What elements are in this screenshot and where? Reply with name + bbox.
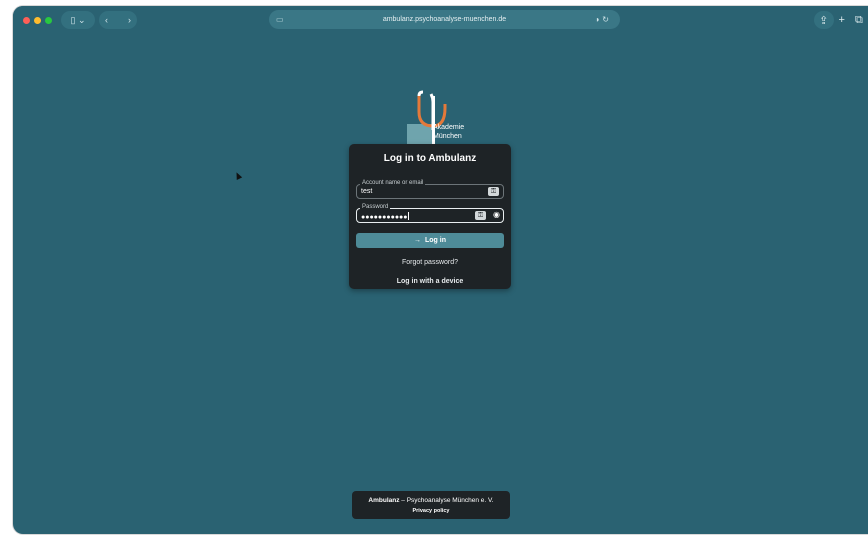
reload-icon[interactable]: ◑↻ (594, 15, 612, 24)
logo-line-1: Akademie (433, 124, 465, 131)
forward-button[interactable]: › (123, 15, 136, 25)
share-icon: ⇪ (819, 14, 829, 27)
footer-text: Ambulanz – Psychoanalyse München e. V. (352, 497, 510, 504)
new-tab-button[interactable]: + (838, 14, 844, 26)
sidebar-toggle-button[interactable]: ▯ ⌄ (61, 11, 95, 29)
password-field-label: Password (360, 204, 391, 211)
forgot-password-link[interactable]: Forgot password? (349, 259, 511, 266)
password-manager-key-icon[interactable]: ⚿ (475, 211, 486, 220)
tab-overview-button[interactable]: ⧉ (855, 14, 863, 27)
login-card: Log in to Ambulanz Account name or email… (349, 144, 511, 289)
password-dots: ●●●●●●●●●●● (361, 214, 408, 221)
text-caret (407, 212, 409, 220)
login-button-label: Log in (425, 237, 446, 244)
password-manager-key-icon[interactable]: ⚿ (488, 187, 499, 196)
page-footer: Ambulanz – Psychoanalyse München e. V. P… (352, 491, 510, 519)
logo-text: Akademie München (433, 123, 464, 141)
footer-brand: Ambulanz (368, 497, 400, 504)
account-field-label: Account name or email (360, 180, 426, 187)
zoom-window-button[interactable] (45, 17, 52, 24)
password-field[interactable]: Password ●●●●●●●●●●● ⚿ ◉ (356, 204, 504, 223)
account-field[interactable]: Account name or email test ⚿ (356, 180, 504, 199)
address-bar[interactable]: ▭ ambulanz.psychoanalyse-muenchen.de ◑↻ (269, 10, 620, 29)
browser-toolbar: ▯ ⌄ ‹ › ▭ ambulanz.psychoanalyse-muenche… (13, 6, 868, 34)
toolbar-right-actions: ⇪ + ⧉ (814, 11, 868, 29)
login-with-device-link[interactable]: Log in with a device (349, 278, 511, 285)
footer-org: – Psychoanalyse München e. V. (399, 497, 494, 504)
minimize-window-button[interactable] (34, 17, 41, 24)
back-button[interactable]: ‹ (100, 15, 113, 25)
chevron-right-icon: › (128, 15, 131, 25)
arrow-right-icon: → (414, 237, 421, 244)
password-field-value: ●●●●●●●●●●● (361, 212, 409, 222)
sidebar-icon: ▯ (70, 14, 76, 25)
close-window-button[interactable] (23, 17, 30, 24)
login-title: Log in to Ambulanz (383, 153, 477, 164)
show-password-eye-icon[interactable]: ◉ (493, 210, 500, 219)
page-settings-icon[interactable]: ▭ (276, 15, 284, 24)
chevron-left-icon: ‹ (105, 15, 108, 25)
logo-line-2: München (433, 133, 462, 140)
account-field-value: test (361, 188, 373, 195)
login-button[interactable]: → Log in (356, 233, 504, 248)
navigation-buttons: ‹ › (99, 11, 137, 29)
chevron-down-icon: ⌄ (77, 14, 86, 25)
privacy-policy-link[interactable]: Privacy policy (352, 508, 510, 514)
url-text: ambulanz.psychoanalyse-muenchen.de (382, 16, 507, 23)
